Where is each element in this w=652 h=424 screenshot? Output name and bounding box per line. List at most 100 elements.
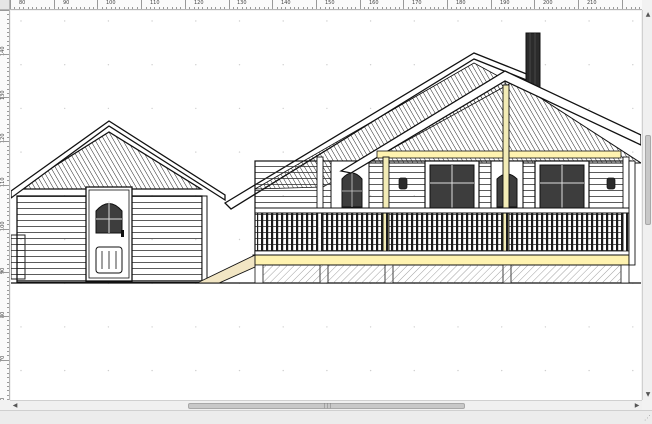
ruler-tick	[7, 241, 9, 243]
ruler-tick	[582, 7, 584, 9]
ruler-tick	[176, 7, 178, 9]
ruler-tick	[307, 7, 309, 9]
ruler-top-label: 80	[19, 0, 26, 6]
horizontal-scrollbar[interactable]: ◀ ||| ▶	[10, 400, 642, 410]
grid-dot	[632, 107, 634, 110]
drawing-canvas[interactable]	[11, 11, 641, 401]
ruler-tick	[547, 7, 549, 9]
ruler-tick	[390, 7, 392, 9]
ruler-tick	[215, 7, 217, 9]
ruler-tick	[508, 7, 510, 9]
ruler-tick	[0, 184, 9, 186]
ruler-tick	[451, 7, 453, 9]
ruler-tick	[7, 45, 9, 46]
scroll-down-arrow-icon[interactable]: ▼	[643, 390, 652, 400]
grid-dot	[151, 326, 153, 328]
chimney	[525, 32, 541, 90]
grid-dot	[282, 64, 284, 66]
ruler-tick	[7, 40, 9, 42]
scroll-up-arrow-icon[interactable]: ▲	[643, 10, 652, 20]
ruler-tick	[7, 211, 9, 212]
ruler-tick	[145, 7, 147, 9]
ruler-tick	[525, 7, 527, 9]
ruler-tick	[7, 58, 9, 60]
ruler-tick	[7, 114, 9, 116]
ruler-tick	[473, 7, 475, 9]
ruler-tick	[0, 359, 9, 361]
ruler-tick	[7, 66, 9, 68]
ruler-tick	[7, 267, 9, 269]
resize-grip-icon[interactable]: ⋰	[641, 413, 651, 423]
grid-dot	[64, 107, 66, 110]
grid-dot	[20, 20, 22, 22]
ruler-tick	[263, 7, 265, 9]
ruler-tick	[7, 149, 9, 151]
ruler-tick	[7, 158, 9, 160]
ruler-tick	[66, 7, 68, 9]
ruler-tick	[7, 136, 9, 138]
ruler-tick	[62, 7, 64, 9]
ruler-tick	[7, 145, 9, 147]
ruler-tick	[7, 280, 9, 282]
ruler-tick	[7, 333, 9, 335]
grid-dot	[632, 369, 634, 372]
ruler-tick	[7, 176, 9, 178]
ruler-tick	[407, 7, 409, 9]
ruler-tick	[7, 23, 9, 25]
ruler-tick	[7, 206, 9, 208]
ruler-tick	[7, 49, 9, 51]
deck-platform	[252, 254, 630, 284]
ruler-tick	[7, 197, 9, 199]
ruler-tick	[45, 7, 46, 9]
grid-dot	[238, 151, 241, 153]
ruler-tick	[75, 7, 77, 9]
ruler-tick	[219, 7, 221, 9]
ruler-tick	[486, 7, 488, 9]
vertical-scrollbar[interactable]: ▲ ▼	[642, 10, 652, 400]
ruler-tick	[578, 0, 580, 9]
horizontal-scroll-thumb[interactable]: |||	[188, 403, 465, 409]
horizontal-ruler[interactable]: 80 90 100 110 120 130 140 150 160 170 18…	[10, 0, 642, 10]
ruler-tick	[289, 7, 291, 9]
ruler-tick	[224, 7, 226, 9]
right-corner-trim	[628, 160, 636, 266]
ruler-tick	[84, 7, 86, 9]
ruler-tick	[346, 7, 348, 9]
ruler-tick	[447, 0, 448, 9]
ruler-tick	[40, 7, 42, 9]
grid-dot	[326, 107, 328, 110]
ruler-top-label: 100	[106, 0, 116, 6]
ruler-tick	[0, 141, 9, 143]
ruler-tick	[7, 75, 9, 77]
ruler-tick	[7, 307, 9, 309]
shed-door	[85, 186, 133, 282]
ruler-tick	[398, 7, 400, 9]
ruler-tick	[58, 7, 60, 9]
grid-dot	[64, 369, 66, 372]
ruler-tick	[184, 0, 186, 9]
ruler-tick	[512, 7, 514, 9]
grid-dot	[107, 369, 110, 372]
grid-dot	[282, 326, 284, 328]
ruler-tick	[333, 7, 335, 9]
ruler-tick	[429, 7, 431, 9]
ruler-tick	[364, 7, 365, 9]
ruler-tick	[359, 0, 361, 9]
vertical-ruler[interactable]: 140 130 120 110 100 90 80 70 60	[0, 10, 10, 400]
grid-dot	[326, 369, 328, 372]
ruler-tick	[7, 18, 9, 20]
ruler-tick	[556, 7, 558, 9]
grid-dot	[326, 20, 328, 22]
ruler-tick	[573, 7, 575, 9]
ruler-tick	[0, 228, 9, 230]
ruler-tick	[0, 97, 9, 99]
vertical-scroll-thumb[interactable]	[645, 135, 651, 225]
grid-dot	[107, 64, 110, 66]
ruler-tick	[425, 7, 427, 9]
ruler-tick	[241, 7, 243, 9]
grid-dot	[195, 326, 197, 328]
grid-dot	[413, 64, 415, 66]
ruler-tick	[521, 7, 523, 9]
ruler-tick	[495, 7, 497, 9]
ruler-top-label: 180	[456, 0, 466, 6]
